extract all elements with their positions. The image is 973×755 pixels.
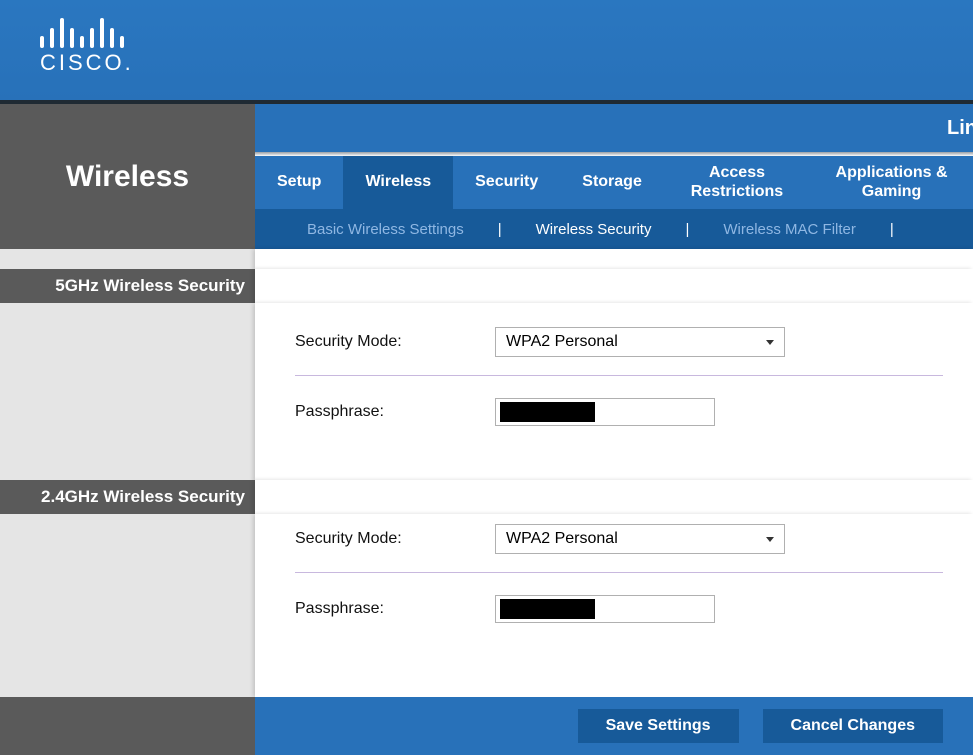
cancel-changes-button[interactable]: Cancel Changes xyxy=(763,709,943,743)
chevron-down-icon xyxy=(766,537,774,542)
top-banner: CISCO. xyxy=(0,0,973,100)
left-gutter xyxy=(0,249,255,269)
left-gutter xyxy=(0,303,255,480)
subtab-basic-wireless[interactable]: Basic Wireless Settings xyxy=(295,221,476,238)
footer-bar: Save Settings Cancel Changes xyxy=(255,697,973,755)
subtab-separator: | xyxy=(868,221,916,238)
tab-applications-gaming[interactable]: Applications & Gaming xyxy=(810,156,973,209)
content-spacer xyxy=(255,249,973,269)
save-settings-button[interactable]: Save Settings xyxy=(578,709,739,743)
sub-tabs: Basic Wireless Settings | Wireless Secur… xyxy=(255,209,973,249)
section-header-5ghz: 5GHz Wireless Security xyxy=(0,269,255,303)
passphrase-input-24ghz[interactable] xyxy=(495,595,715,623)
cisco-logo: CISCO. xyxy=(40,14,134,76)
section-header-5ghz-right xyxy=(255,269,973,303)
subtab-wireless-mac-filter[interactable]: Wireless MAC Filter xyxy=(711,221,868,238)
security-mode-value-5ghz: WPA2 Personal xyxy=(506,333,618,351)
security-mode-select-24ghz[interactable]: WPA2 Personal xyxy=(495,524,785,554)
tab-wireless[interactable]: Wireless xyxy=(343,156,453,209)
subtab-wireless-security[interactable]: Wireless Security xyxy=(524,221,664,238)
tab-security[interactable]: Security xyxy=(453,156,560,209)
security-mode-label-5ghz: Security Mode: xyxy=(295,333,495,351)
passphrase-input-5ghz[interactable] xyxy=(495,398,715,426)
passphrase-redacted-5ghz xyxy=(500,402,595,422)
tab-storage[interactable]: Storage xyxy=(560,156,664,209)
passphrase-label-24ghz: Passphrase: xyxy=(295,600,495,618)
form-5ghz: Security Mode: WPA2 Personal Passphrase: xyxy=(255,303,973,480)
passphrase-label-5ghz: Passphrase: xyxy=(295,403,495,421)
cisco-logo-bars xyxy=(40,14,134,48)
subtab-separator: | xyxy=(476,221,524,238)
security-mode-value-24ghz: WPA2 Personal xyxy=(506,530,618,548)
nav-area: Lin Setup Wireless Security Storage Acce… xyxy=(255,104,973,249)
left-gutter xyxy=(0,514,255,697)
chevron-down-icon xyxy=(766,340,774,345)
main-tabs: Setup Wireless Security Storage Access R… xyxy=(255,156,973,209)
product-name-bar: Lin xyxy=(255,104,973,152)
product-name-partial: Lin xyxy=(947,117,973,140)
form-24ghz: Security Mode: WPA2 Personal Passphrase: xyxy=(255,514,973,697)
security-mode-label-24ghz: Security Mode: xyxy=(295,530,495,548)
tab-access-restrictions[interactable]: Access Restrictions xyxy=(664,156,810,209)
divider-line xyxy=(295,375,943,376)
subtab-separator: | xyxy=(663,221,711,238)
page-title: Wireless xyxy=(0,104,255,249)
security-mode-select-5ghz[interactable]: WPA2 Personal xyxy=(495,327,785,357)
footer-left xyxy=(0,697,255,755)
tab-setup[interactable]: Setup xyxy=(255,156,343,209)
divider-line xyxy=(295,572,943,573)
brand-text: CISCO. xyxy=(40,50,134,76)
section-header-24ghz: 2.4GHz Wireless Security xyxy=(0,480,255,514)
passphrase-redacted-24ghz xyxy=(500,599,595,619)
section-header-24ghz-right xyxy=(255,480,973,514)
